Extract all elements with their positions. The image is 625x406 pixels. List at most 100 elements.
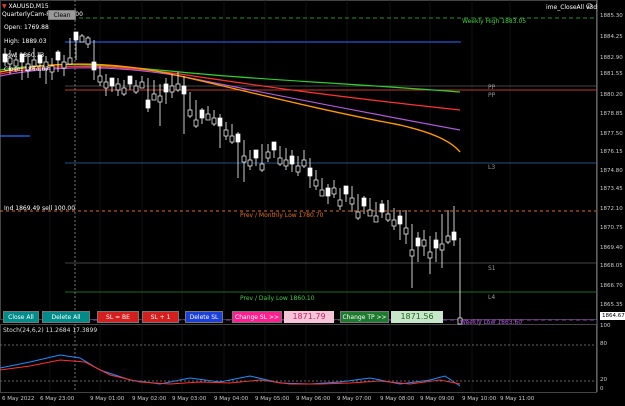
delete-sl-button[interactable]: Delete SL [185, 311, 223, 323]
candle-body [445, 235, 451, 243]
time-tick: 9 May 02:00 [132, 396, 167, 402]
price-tick: 1885.30 [600, 13, 623, 19]
stoch-tick: 80 [600, 341, 607, 347]
candle-body [379, 203, 385, 213]
time-tick: 6 May 2022 [2, 396, 35, 402]
close-label: Close: 1864.67 [4, 66, 50, 73]
ind-label: Ind 1869.49 sell 100.00 [4, 205, 76, 212]
close-all-button[interactable]: Close All [3, 311, 39, 323]
sl-be-button[interactable]: SL = BE [97, 311, 139, 323]
candle-body [109, 77, 115, 87]
tp-value-field[interactable]: 1871.56 [391, 311, 443, 323]
clean-button[interactable]: Clean [48, 10, 76, 20]
candle-body [313, 179, 319, 187]
current-price-tag: 1864.67 [600, 312, 625, 320]
candle-body [301, 159, 307, 167]
price-tick: 1876.15 [600, 149, 623, 155]
candle-body [361, 197, 367, 207]
candle-body [373, 215, 379, 223]
candle-body [253, 149, 259, 159]
change-tp-button[interactable]: Change TP >> [340, 311, 389, 323]
weekly-high-label: Weekly High 1883.05 [462, 18, 527, 25]
stoch-tick: 0 [600, 386, 604, 392]
candle-body [451, 231, 457, 241]
price-chart[interactable] [0, 0, 625, 406]
candles [2, 31, 463, 325]
candle-body [403, 227, 409, 235]
symbol-text: XAUUSD,M15 [8, 3, 49, 10]
candle-body [205, 113, 211, 121]
candle-body [295, 165, 301, 173]
price-tick: 1878.85 [600, 111, 623, 117]
candle-body [211, 117, 217, 125]
price-tick: 1877.50 [600, 131, 623, 137]
candle-body [337, 199, 343, 207]
candle-body [115, 83, 121, 91]
daily-low-label: Prev / Daily Low 1860.10 [240, 295, 315, 302]
candle-body [187, 109, 193, 117]
candle-body [397, 215, 403, 225]
candle-body [283, 159, 289, 167]
candle-body [127, 75, 133, 85]
time-tick: 9 May 10:00 [462, 396, 497, 402]
candle-body [439, 243, 445, 251]
candle-body [229, 135, 235, 143]
candle-body [325, 187, 331, 197]
price-tick: 1870.75 [600, 225, 623, 231]
candle-body [67, 57, 73, 65]
price-tick: 1882.90 [600, 55, 623, 61]
l4-label: L4 [488, 294, 496, 301]
candle-body [139, 81, 145, 89]
stoch-window-frame [0, 324, 597, 393]
delete-all-button[interactable]: Delete All [42, 311, 90, 323]
price-tick: 1872.10 [600, 206, 623, 212]
price-tick: 1865.35 [600, 302, 623, 308]
candle-body [385, 213, 391, 221]
candle-body [169, 85, 175, 93]
candle-body [421, 239, 427, 247]
price-tick: 1884.25 [600, 34, 623, 40]
time-tick: 9 May 07:00 [337, 396, 372, 402]
candle-body [199, 109, 205, 119]
candle-body [433, 239, 439, 249]
candle-body [157, 95, 163, 103]
candle-body [409, 249, 415, 257]
high-label: High: 1889.03 [4, 38, 47, 45]
open-label: Open: 1769.88 [4, 24, 49, 31]
candle-body [349, 197, 355, 205]
time-tick: 9 May 09:00 [420, 396, 455, 402]
main-window-frame [0, 0, 597, 320]
ea-smile-icon: ☺ [586, 3, 593, 10]
time-tick: 9 May 08:00 [380, 396, 415, 402]
pp-label-2: PP [488, 92, 496, 99]
candle-body [73, 31, 79, 41]
candle-body [355, 211, 361, 219]
candle-body [61, 61, 67, 69]
sl-plus-button[interactable]: SL + 1 [142, 311, 179, 323]
price-tick: 1881.55 [600, 71, 623, 77]
pp-label-1: PP [488, 84, 496, 91]
time-tick: 9 May 03:00 [172, 396, 207, 402]
candle-body [241, 155, 247, 163]
candle-body [145, 99, 151, 109]
candle-body [271, 141, 277, 151]
price-tick: 1874.80 [600, 168, 623, 174]
candle-body [163, 83, 169, 93]
candle-body [79, 35, 85, 43]
time-tick: 6 May 23:00 [40, 396, 75, 402]
sl-value-field[interactable]: 1871.79 [284, 311, 334, 323]
candle-body [427, 251, 433, 259]
candle-body [103, 81, 109, 89]
weekly-low-label: Weekly Low 1863.60 [460, 319, 523, 326]
ma-violet-line [0, 67, 461, 131]
price-tick: 1868.05 [600, 263, 623, 269]
stoch-tick: 100 [600, 323, 611, 329]
time-tick: 9 May 11:00 [500, 396, 535, 402]
price-tick: 1880.20 [600, 92, 623, 98]
time-tick: 9 May 06:00 [296, 396, 331, 402]
change-sl-button[interactable]: Change SL >> [232, 311, 282, 323]
l3-label: L3 [488, 164, 496, 171]
time-tick: 9 May 04:00 [214, 396, 249, 402]
candle-body [277, 157, 283, 165]
price-tick: 1873.45 [600, 186, 623, 192]
